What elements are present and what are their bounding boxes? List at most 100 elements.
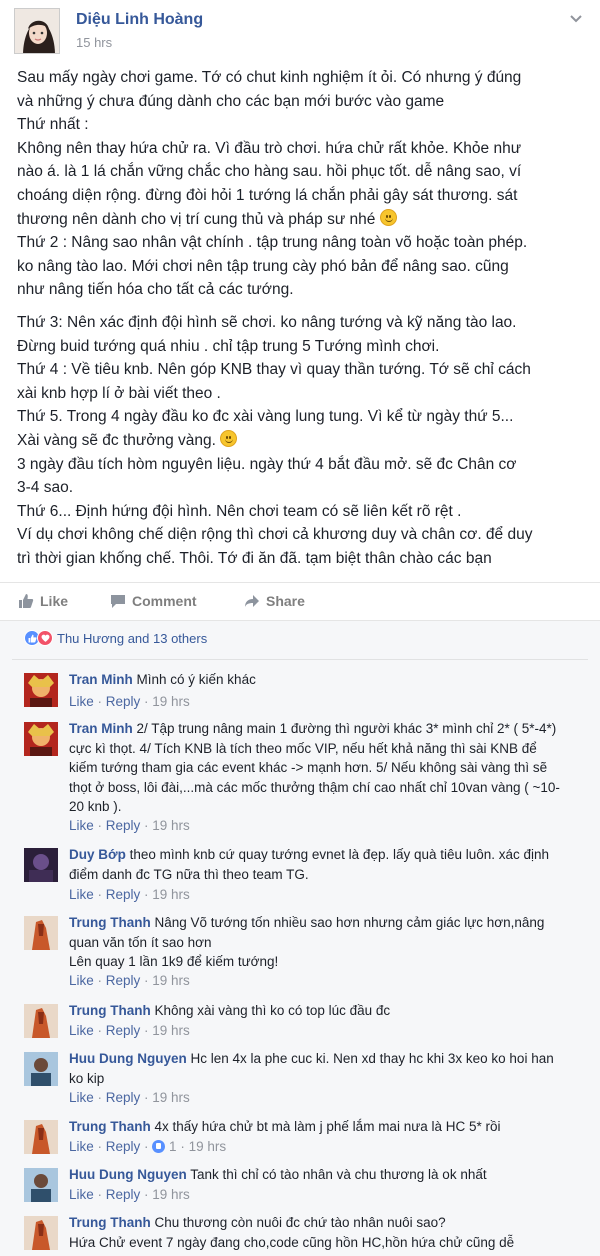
comment-like-link[interactable]: Like — [69, 818, 94, 833]
author-avatar[interactable] — [14, 8, 60, 54]
post-line: Đừng buid tướng quá nhiu . chỉ tập trung… — [17, 337, 440, 355]
post-line: 3 ngày đầu tích hòm nguyên liệu. ngày th… — [17, 455, 517, 473]
post-timestamp[interactable]: 15 hrs — [76, 35, 112, 50]
comment-reply-link[interactable]: Reply — [106, 1187, 141, 1202]
comment-like-link[interactable]: Like — [69, 1090, 94, 1105]
comment-time[interactable]: 19 hrs — [152, 1023, 190, 1038]
commenter-avatar[interactable] — [24, 1120, 58, 1154]
comment-text: Trung Thanh Chu thương còn nuôi đc chứ t… — [69, 1215, 515, 1250]
comment-author[interactable]: Duy Bớp — [69, 847, 126, 862]
comment-meta: Like · Reply · 1 · 19 hrs — [69, 1139, 227, 1154]
post-line: Thứ 2 : Nâng sao nhân vật chính . tập tr… — [17, 234, 528, 252]
commenter-avatar[interactable] — [24, 722, 58, 756]
post-line: nào á. là 1 lá chắn vững chắc cho hàng s… — [17, 163, 522, 181]
post-line: 3-4 sao. — [17, 479, 74, 497]
post-line: choáng diện rộng. đừng đòi hỏi 1 tướng l… — [17, 186, 518, 204]
comment-time[interactable]: 19 hrs — [152, 973, 190, 988]
post-header: Diệu Linh Hoàng 15 hrs — [14, 6, 586, 62]
post-line: Xài vàng sẽ đc thưởng vàng. — [17, 429, 592, 453]
post-line: như nâng tiến hóa cho tất cả các tướng. — [17, 281, 294, 299]
comment-reply-link[interactable]: Reply — [106, 1090, 141, 1105]
comment-time[interactable]: 19 hrs — [152, 1187, 190, 1202]
comment-meta: Like · Reply · 19 hrs — [69, 694, 190, 709]
reactions-text[interactable]: Thu Hương and 13 others — [57, 631, 207, 646]
commenter-avatar[interactable] — [24, 1168, 58, 1202]
comment-time[interactable]: 19 hrs — [152, 694, 190, 709]
divider — [12, 659, 588, 660]
love-reaction-icon — [37, 630, 53, 646]
comment-author[interactable]: Trung Thanh — [69, 915, 151, 930]
comment-reply-link[interactable]: Reply — [106, 1023, 141, 1038]
comment-text: Tran Minh 2/ Tập trung nâng main 1 đường… — [69, 721, 560, 814]
comment-author[interactable]: Tran Minh — [69, 672, 133, 687]
post-line: Thứ 5. Trong 4 ngày đầu ko đc xài vàng l… — [17, 408, 514, 426]
post-line: xài knb hợp lí ở bài viết theo . — [17, 384, 221, 402]
smile-emoji-icon — [220, 429, 238, 447]
comment-text: Trung Thanh 4x thấy hứa chử bt mà làm j … — [69, 1119, 501, 1134]
comment-reply-link[interactable]: Reply — [106, 887, 141, 902]
comment-like-link[interactable]: Like — [69, 1023, 94, 1038]
comment-time[interactable]: 19 hrs — [152, 887, 190, 902]
share-button[interactable]: Share — [244, 593, 305, 609]
post-line: Thứ 3: Nên xác định đội hình sẽ chơi. ko… — [17, 313, 517, 331]
comment-meta: Like · Reply · 19 hrs — [69, 1187, 190, 1202]
comment-time[interactable]: 19 hrs — [152, 1090, 190, 1105]
comment-text: Tran Minh Mình có ý kiến khác — [69, 672, 256, 687]
commenter-avatar[interactable] — [24, 1052, 58, 1086]
post-line: thương nên dành cho vị trí cung thủ và p… — [17, 208, 592, 232]
post-line: Ví dụ chơi không chế diện rộng thì chơi … — [17, 526, 533, 544]
comment-author[interactable]: Trung Thanh — [69, 1119, 151, 1134]
comment-like-link[interactable]: Like — [69, 973, 94, 988]
comment-text: Trung Thanh Nâng Võ tướng tốn nhiều sao … — [69, 915, 545, 969]
post-line: Không nên thay hứa chử ra. Vì đầu trò ch… — [17, 139, 522, 157]
comment-author[interactable]: Huu Dung Nguyen — [69, 1167, 187, 1182]
comment-reply-link[interactable]: Reply — [106, 694, 141, 709]
like-button[interactable]: Like — [18, 593, 68, 609]
comment-meta: Like · Reply · 19 hrs — [69, 887, 190, 902]
comment-reply-link[interactable]: Reply — [106, 818, 141, 833]
thumbs-up-icon — [19, 594, 34, 608]
comment-like-link[interactable]: Like — [69, 887, 94, 902]
post-line: Thứ 6... Định hứng đội hình. Nên chơi te… — [17, 502, 462, 520]
comment-text: Trung Thanh Không xài vàng thì ko có top… — [69, 1003, 391, 1018]
commenter-avatar[interactable] — [24, 1004, 58, 1038]
post-text: Sau mấy ngày chơi game. Tớ có chut kinh … — [17, 66, 592, 570]
share-icon — [245, 595, 259, 607]
comment-reply-link[interactable]: Reply — [106, 973, 141, 988]
comment-button[interactable]: Comment — [110, 593, 197, 609]
chevron-down-icon[interactable] — [570, 10, 582, 26]
comment-text: Duy Bớp theo mình knb cứ quay tướng evne… — [69, 847, 550, 882]
comments-section: Thu Hương and 13 others Tran Minh Mình c… — [0, 620, 600, 1256]
commenter-avatar[interactable] — [24, 673, 58, 707]
comment-time[interactable]: 19 hrs — [189, 1139, 227, 1154]
comment-meta: Like · Reply · 19 hrs — [69, 973, 190, 988]
comment-meta: Like · Reply · 19 hrs — [69, 818, 190, 833]
comment-author[interactable]: Huu Dung Nguyen — [69, 1051, 187, 1066]
reactions-summary[interactable]: Thu Hương and 13 others — [24, 630, 207, 646]
post-line: Thứ 4 : Về tiêu knb. Nên góp KNB thay vì… — [17, 361, 531, 379]
smile-emoji-icon — [379, 208, 397, 226]
comment-like-link[interactable]: Like — [69, 694, 94, 709]
comment-author[interactable]: Tran Minh — [69, 721, 133, 736]
post-author-name[interactable]: Diệu Linh Hoàng — [76, 11, 203, 29]
comment-meta: Like · Reply · 19 hrs — [69, 1023, 190, 1038]
comment-reply-link[interactable]: Reply — [106, 1139, 141, 1154]
comment-meta: Like · Reply · 19 hrs — [69, 1090, 190, 1105]
comment-like-count[interactable]: 1 — [169, 1139, 177, 1154]
commenter-avatar[interactable] — [24, 848, 58, 882]
comment-like-link[interactable]: Like — [69, 1139, 94, 1154]
comment-author[interactable]: Trung Thanh — [69, 1215, 151, 1230]
comment-time[interactable]: 19 hrs — [152, 818, 190, 833]
comment-author[interactable]: Trung Thanh — [69, 1003, 151, 1018]
commenter-avatar[interactable] — [24, 916, 58, 950]
post-line: Sau mấy ngày chơi game. Tớ có chut kinh … — [17, 69, 522, 86]
comment-text: Huu Dung Nguyen Tank thì chỉ có tào nhân… — [69, 1167, 487, 1182]
comment-icon — [111, 595, 125, 608]
post-line: Thứ nhất : — [17, 116, 89, 134]
commenter-avatar[interactable] — [24, 1216, 58, 1250]
post-line: trì thời gian khống chế. Thôi. Tớ đi ăn … — [17, 549, 492, 567]
like-count-icon — [152, 1140, 166, 1153]
comment-like-link[interactable]: Like — [69, 1187, 94, 1202]
comment-text: Huu Dung Nguyen Hc len 4x la phe cuc ki.… — [69, 1051, 554, 1086]
post-action-bar: Like Comment Share — [0, 582, 600, 620]
